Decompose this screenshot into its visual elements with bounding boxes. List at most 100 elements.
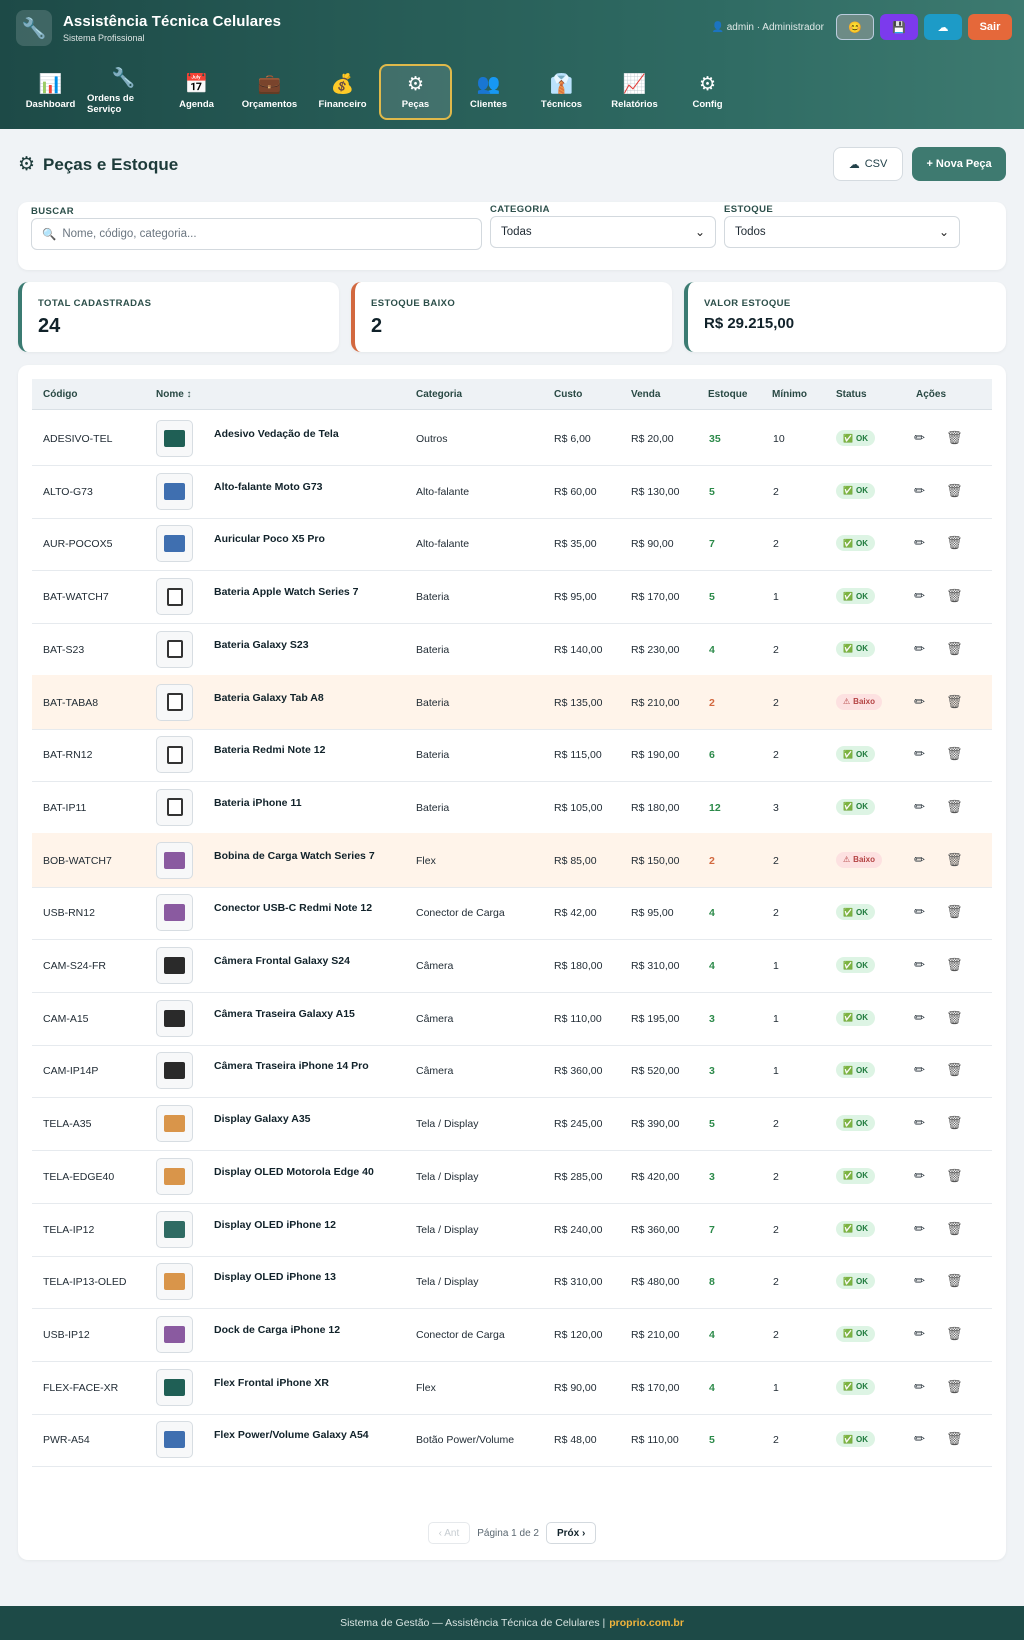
csv-export-button[interactable]: ☁ CSV — [833, 147, 903, 181]
prev-page-button[interactable]: ‹ Ant — [427, 1522, 471, 1544]
table-row[interactable]: TELA-EDGE40 Display OLED Motorola Edge 40… — [32, 1149, 992, 1204]
table-row[interactable]: TELA-IP13-OLED Display OLED iPhone 13 Tela… — [32, 1254, 992, 1310]
part-name: Conector USB-C Redmi Note 12 — [214, 902, 373, 915]
col-cost[interactable]: Custo — [554, 389, 582, 400]
table-row[interactable]: AUR-POCOX5 Auricular Poco X5 Pro Alto-fala… — [32, 516, 992, 572]
edit-pencil-icon[interactable]: ✏ — [914, 535, 925, 551]
table-row[interactable]: BAT-TABA8 Bateria Galaxy Tab A8 Bateria R$ … — [32, 674, 992, 730]
edit-pencil-icon[interactable]: ✏ — [914, 957, 925, 973]
page-header: ⚙ Peças e Estoque ☁ CSV + Nova Peça — [18, 147, 1006, 183]
delete-trash-icon[interactable]: 🗑 — [946, 694, 963, 710]
part-thumbnail — [156, 525, 193, 563]
edit-pencil-icon[interactable]: ✏ — [914, 641, 925, 657]
delete-trash-icon[interactable]: 🗑 — [946, 1168, 963, 1184]
col-category[interactable]: Categoria — [416, 389, 462, 400]
col-name[interactable]: Nome ↕ — [156, 389, 192, 400]
nav-item-5[interactable]: ⚙ Peças — [379, 64, 452, 120]
table-row[interactable]: FLEX-FACE-XR Flex Frontal iPhone XR Flex R$… — [32, 1360, 992, 1415]
delete-trash-icon[interactable]: 🗑 — [946, 1431, 963, 1447]
edit-pencil-icon[interactable]: ✏ — [914, 1010, 925, 1026]
next-page-button[interactable]: Próx › — [545, 1522, 597, 1544]
delete-trash-icon[interactable]: 🗑 — [946, 1221, 963, 1237]
nav-item-2[interactable]: 📅 Agenda — [160, 64, 233, 120]
col-price[interactable]: Venda — [631, 389, 660, 400]
page-title: ⚙ Peças e Estoque — [18, 154, 179, 175]
table-row[interactable]: USB-RN12 Conector USB-C Redmi Note 12 Cone… — [32, 885, 992, 941]
part-name: Bateria Redmi Note 12 — [214, 744, 326, 757]
nav-item-9[interactable]: ⚙ Config — [671, 64, 744, 120]
delete-trash-icon[interactable]: 🗑 — [946, 641, 963, 657]
table-row[interactable]: CAM-A15 Câmera Traseira Galaxy A15 Câmera R… — [32, 991, 992, 1046]
edit-pencil-icon[interactable]: ✏ — [914, 430, 925, 446]
theme-button[interactable]: 😊 — [836, 14, 874, 40]
user-box: 👤 admin · Administrador 😊 💾 ☁ Sair — [712, 14, 1012, 40]
col-code[interactable]: Código — [43, 389, 77, 400]
table-row[interactable]: CAM-IP14P Câmera Traseira iPhone 14 Pro Câ… — [32, 1043, 992, 1099]
edit-pencil-icon[interactable]: ✏ — [914, 1168, 925, 1184]
table-row[interactable]: ADESIVO-TEL Adesivo Vedação de Tela Outros… — [32, 411, 992, 466]
footer-link[interactable]: proprio.com.br — [609, 1617, 684, 1629]
search-input[interactable]: 🔍 Nome, código, categoria... — [31, 218, 482, 250]
part-icon — [164, 430, 185, 447]
table-row[interactable]: BOB-WATCH7 Bobina de Carga Watch Series 7… — [32, 832, 992, 888]
delete-trash-icon[interactable]: 🗑 — [946, 852, 963, 868]
delete-trash-icon[interactable]: 🗑 — [946, 430, 963, 446]
col-stock[interactable]: Estoque — [708, 389, 747, 400]
table-row[interactable]: USB-IP12 Dock de Carga iPhone 12 Conector … — [32, 1307, 992, 1362]
nav-item-3[interactable]: 💼 Orçamentos — [233, 64, 306, 120]
edit-pencil-icon[interactable]: ✏ — [914, 483, 925, 499]
edit-pencil-icon[interactable]: ✏ — [914, 588, 925, 604]
delete-trash-icon[interactable]: 🗑 — [946, 1115, 963, 1131]
edit-pencil-icon[interactable]: ✏ — [914, 1221, 925, 1237]
nav-item-1[interactable]: 🔧 Ordens de Serviço — [87, 64, 160, 120]
delete-trash-icon[interactable]: 🗑 — [946, 1062, 963, 1078]
nav-item-6[interactable]: 👥 Clientes — [452, 64, 525, 120]
edit-pencil-icon[interactable]: ✏ — [914, 1062, 925, 1078]
table-row[interactable]: BAT-WATCH7 Bateria Apple Watch Series 7 Ba… — [32, 569, 992, 625]
nav-item-0[interactable]: 📊 Dashboard — [14, 64, 87, 120]
delete-trash-icon[interactable]: 🗑 — [946, 904, 963, 920]
delete-trash-icon[interactable]: 🗑 — [946, 1273, 963, 1289]
brand[interactable]: 🔧 Assistência Técnica Celulares Sistema … — [16, 10, 281, 46]
col-status[interactable]: Status — [836, 389, 867, 400]
delete-trash-icon[interactable]: 🗑 — [946, 588, 963, 604]
table-row[interactable]: BAT-RN12 Bateria Redmi Note 12 Bateria R$ 1… — [32, 727, 992, 783]
delete-trash-icon[interactable]: 🗑 — [946, 1010, 963, 1026]
edit-pencil-icon[interactable]: ✏ — [914, 1379, 925, 1395]
delete-trash-icon[interactable]: 🗑 — [946, 957, 963, 973]
edit-pencil-icon[interactable]: ✏ — [914, 746, 925, 762]
nav-item-7[interactable]: 👔 Técnicos — [525, 64, 598, 120]
nav-item-4[interactable]: 💰 Financeiro — [306, 64, 379, 120]
delete-trash-icon[interactable]: 🗑 — [946, 1326, 963, 1342]
stock-select[interactable]: Todos ⌄ — [724, 216, 960, 248]
edit-pencil-icon[interactable]: ✏ — [914, 799, 925, 815]
table-row[interactable]: CAM-S24-FR Câmera Frontal Galaxy S24 Câmer… — [32, 938, 992, 993]
edit-pencil-icon[interactable]: ✏ — [914, 1326, 925, 1342]
edit-pencil-icon[interactable]: ✏ — [914, 904, 925, 920]
table-row[interactable]: BAT-IP11 Bateria iPhone 11 Bateria R$ 105,0… — [32, 780, 992, 835]
upload-button[interactable]: ☁ — [924, 14, 962, 40]
delete-trash-icon[interactable]: 🗑 — [946, 1379, 963, 1395]
logout-button[interactable]: Sair — [968, 14, 1012, 40]
edit-pencil-icon[interactable]: ✏ — [914, 1431, 925, 1447]
table-row[interactable]: PWR-A54 Flex Power/Volume Galaxy A54 Botão… — [32, 1412, 992, 1468]
nav-icon: 👔 — [549, 73, 574, 95]
nav-item-8[interactable]: 📈 Relatórios — [598, 64, 671, 120]
delete-trash-icon[interactable]: 🗑 — [946, 483, 963, 499]
table-row[interactable]: TELA-IP12 Display OLED iPhone 12 Tela / Di… — [32, 1202, 992, 1257]
table-row[interactable]: ALTO-G73 Alto-falante Moto G73 Alto-falant… — [32, 464, 992, 519]
delete-trash-icon[interactable]: 🗑 — [946, 746, 963, 762]
table-row[interactable]: TELA-A35 Display Galaxy A35 Tela / Display… — [32, 1096, 992, 1152]
edit-pencil-icon[interactable]: ✏ — [914, 1273, 925, 1289]
new-part-button[interactable]: + Nova Peça — [912, 147, 1006, 181]
edit-pencil-icon[interactable]: ✏ — [914, 1115, 925, 1131]
delete-trash-icon[interactable]: 🗑 — [946, 535, 963, 551]
edit-pencil-icon[interactable]: ✏ — [914, 694, 925, 710]
col-minimum[interactable]: Mínimo — [772, 389, 807, 400]
delete-trash-icon[interactable]: 🗑 — [946, 799, 963, 815]
edit-pencil-icon[interactable]: ✏ — [914, 852, 925, 868]
category-select[interactable]: Todas ⌄ — [490, 216, 716, 248]
table-row[interactable]: BAT-S23 Bateria Galaxy S23 Bateria R$ 140,0… — [32, 622, 992, 677]
part-code: BAT-IP11 — [43, 801, 87, 814]
save-button[interactable]: 💾 — [880, 14, 918, 40]
